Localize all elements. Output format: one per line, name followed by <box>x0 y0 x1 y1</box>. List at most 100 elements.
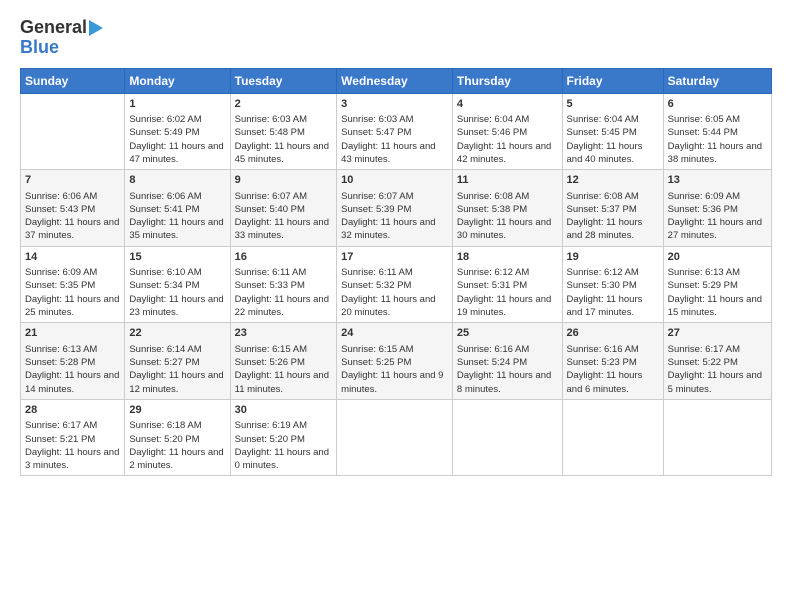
sunset: Sunset: 5:43 PM <box>25 203 120 216</box>
col-header-saturday: Saturday <box>663 68 771 93</box>
daylight: Daylight: 11 hours and 32 minutes. <box>341 216 448 243</box>
week-row-3: 14Sunrise: 6:09 AMSunset: 5:35 PMDayligh… <box>21 246 772 323</box>
sunrise: Sunrise: 6:12 AM <box>567 266 659 279</box>
day-number: 1 <box>129 97 225 112</box>
day-number: 21 <box>25 326 120 341</box>
daylight: Daylight: 11 hours and 43 minutes. <box>341 140 448 167</box>
day-cell: 12Sunrise: 6:08 AMSunset: 5:37 PMDayligh… <box>562 170 663 247</box>
day-number: 14 <box>25 250 120 265</box>
day-cell: 1Sunrise: 6:02 AMSunset: 5:49 PMDaylight… <box>125 93 230 170</box>
daylight: Daylight: 11 hours and 6 minutes. <box>567 369 659 396</box>
day-cell: 20Sunrise: 6:13 AMSunset: 5:29 PMDayligh… <box>663 246 771 323</box>
sunrise: Sunrise: 6:15 AM <box>235 343 333 356</box>
day-cell: 10 Sunrise: 6:07 AMSunset: 5:39 PMDayligh… <box>337 170 453 247</box>
sunset: Sunset: 5:33 PM <box>235 279 333 292</box>
sunset: Sunset: 5:28 PM <box>25 356 120 369</box>
day-number: 28 <box>25 403 120 418</box>
day-number: 4 <box>457 97 558 112</box>
week-row-1: 1Sunrise: 6:02 AMSunset: 5:49 PMDaylight… <box>21 93 772 170</box>
sunrise: Sunrise: 6:05 AM <box>668 113 767 126</box>
week-row-2: 7Sunrise: 6:06 AMSunset: 5:43 PMDaylight… <box>21 170 772 247</box>
sunset: Sunset: 5:27 PM <box>129 356 225 369</box>
day-number: 11 <box>457 173 558 188</box>
daylight: Daylight: 11 hours and 17 minutes. <box>567 293 659 320</box>
daylight: Daylight: 11 hours and 20 minutes. <box>341 293 448 320</box>
day-cell: 15Sunrise: 6:10 AMSunset: 5:34 PMDayligh… <box>125 246 230 323</box>
sunrise: Sunrise: 6:08 AM <box>567 190 659 203</box>
col-header-friday: Friday <box>562 68 663 93</box>
logo-text: General <box>20 18 87 38</box>
sunset: Sunset: 5:44 PM <box>668 126 767 139</box>
sunset: Sunset: 5:46 PM <box>457 126 558 139</box>
day-number: 18 <box>457 250 558 265</box>
day-cell: 17Sunrise: 6:11 AMSunset: 5:32 PMDayligh… <box>337 246 453 323</box>
sunrise: Sunrise: 6:03 AM <box>235 113 333 126</box>
day-cell: 11Sunrise: 6:08 AMSunset: 5:38 PMDayligh… <box>452 170 562 247</box>
daylight: Daylight: 11 hours and 25 minutes. <box>25 293 120 320</box>
day-number: 29 <box>129 403 225 418</box>
day-cell: 6Sunrise: 6:05 AMSunset: 5:44 PMDaylight… <box>663 93 771 170</box>
calendar-table: SundayMondayTuesdayWednesdayThursdayFrid… <box>20 68 772 477</box>
sunrise: Sunrise: 6:04 AM <box>457 113 558 126</box>
day-cell <box>562 399 663 476</box>
daylight: Daylight: 11 hours and 42 minutes. <box>457 140 558 167</box>
day-cell: 14Sunrise: 6:09 AMSunset: 5:35 PMDayligh… <box>21 246 125 323</box>
day-number: 25 <box>457 326 558 341</box>
sunrise: Sunrise: 6:09 AM <box>668 190 767 203</box>
sunrise: Sunrise: 6:06 AM <box>25 190 120 203</box>
sunrise: Sunrise: 6:03 AM <box>341 113 448 126</box>
sunset: Sunset: 5:25 PM <box>341 356 448 369</box>
sunset: Sunset: 5:26 PM <box>235 356 333 369</box>
sunrise: Sunrise: 6:04 AM <box>567 113 659 126</box>
day-cell: 19Sunrise: 6:12 AMSunset: 5:30 PMDayligh… <box>562 246 663 323</box>
sunrise: Sunrise: 6:17 AM <box>25 419 120 432</box>
day-cell: 8Sunrise: 6:06 AMSunset: 5:41 PMDaylight… <box>125 170 230 247</box>
page: General Blue SundayMondayTuesdayWednesda… <box>0 0 792 486</box>
day-number: 2 <box>235 97 333 112</box>
daylight: Daylight: 11 hours and 38 minutes. <box>668 140 767 167</box>
day-number: 3 <box>341 97 448 112</box>
day-number: 16 <box>235 250 333 265</box>
sunset: Sunset: 5:39 PM <box>341 203 448 216</box>
sunset: Sunset: 5:37 PM <box>567 203 659 216</box>
sunset: Sunset: 5:22 PM <box>668 356 767 369</box>
daylight: Daylight: 11 hours and 15 minutes. <box>668 293 767 320</box>
daylight: Daylight: 11 hours and 12 minutes. <box>129 369 225 396</box>
sunset: Sunset: 5:45 PM <box>567 126 659 139</box>
day-number: 10 <box>341 173 448 188</box>
day-number: 27 <box>668 326 767 341</box>
col-header-tuesday: Tuesday <box>230 68 337 93</box>
sunrise: Sunrise: 6:09 AM <box>25 266 120 279</box>
daylight: Daylight: 11 hours and 19 minutes. <box>457 293 558 320</box>
sunrise: Sunrise: 6:11 AM <box>235 266 333 279</box>
day-cell: 4Sunrise: 6:04 AMSunset: 5:46 PMDaylight… <box>452 93 562 170</box>
day-number: 13 <box>668 173 767 188</box>
day-number: 30 <box>235 403 333 418</box>
day-cell: 2Sunrise: 6:03 AMSunset: 5:48 PMDaylight… <box>230 93 337 170</box>
day-number: 19 <box>567 250 659 265</box>
day-number: 9 <box>235 173 333 188</box>
daylight: Daylight: 11 hours and 28 minutes. <box>567 216 659 243</box>
logo-arrow-icon <box>89 20 103 36</box>
col-header-sunday: Sunday <box>21 68 125 93</box>
sunset: Sunset: 5:40 PM <box>235 203 333 216</box>
sunrise: Sunrise: 6:16 AM <box>567 343 659 356</box>
day-cell: 22Sunrise: 6:14 AMSunset: 5:27 PMDayligh… <box>125 323 230 400</box>
daylight: Daylight: 11 hours and 2 minutes. <box>129 446 225 473</box>
sunrise: Sunrise: 6:17 AM <box>668 343 767 356</box>
sunrise: Sunrise: 6:08 AM <box>457 190 558 203</box>
daylight: Daylight: 11 hours and 11 minutes. <box>235 369 333 396</box>
day-cell: 5Sunrise: 6:04 AMSunset: 5:45 PMDaylight… <box>562 93 663 170</box>
col-header-monday: Monday <box>125 68 230 93</box>
day-cell: 23Sunrise: 6:15 AMSunset: 5:26 PMDayligh… <box>230 323 337 400</box>
sunrise: Sunrise: 6:14 AM <box>129 343 225 356</box>
day-cell: 25Sunrise: 6:16 AMSunset: 5:24 PMDayligh… <box>452 323 562 400</box>
logo: General Blue <box>20 18 103 58</box>
daylight: Daylight: 11 hours and 9 minutes. <box>341 369 448 396</box>
sunrise: Sunrise: 6:07 AM <box>341 190 448 203</box>
sunset: Sunset: 5:21 PM <box>25 433 120 446</box>
sunrise: Sunrise: 6:15 AM <box>341 343 448 356</box>
daylight: Daylight: 11 hours and 47 minutes. <box>129 140 225 167</box>
sunset: Sunset: 5:35 PM <box>25 279 120 292</box>
sunrise: Sunrise: 6:11 AM <box>341 266 448 279</box>
